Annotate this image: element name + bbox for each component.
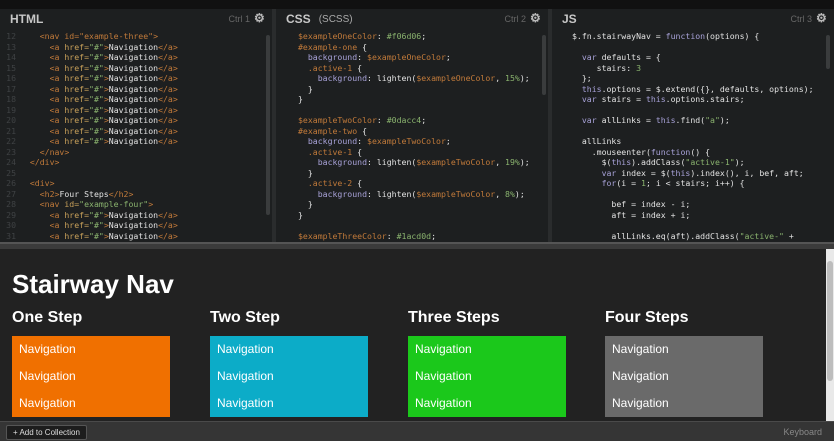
css-scrollbar[interactable] xyxy=(542,35,546,95)
nav-link[interactable]: Navigation xyxy=(12,363,170,390)
stairway-nav-two: Navigation Navigation Navigation xyxy=(210,336,368,417)
column-four-steps: Four Steps Navigation Navigation Navigat… xyxy=(605,309,763,417)
html-shortcut-label: Ctrl 1 xyxy=(228,14,250,24)
css-panel-title: CSS xyxy=(286,12,311,26)
css-panel-header: CSS (SCSS) Ctrl 2 ⚙ xyxy=(276,9,548,29)
nav-link[interactable]: Navigation xyxy=(605,336,763,363)
page-title: Stairway Nav xyxy=(12,269,174,299)
nav-link[interactable]: Navigation xyxy=(408,390,566,417)
nav-link[interactable]: Navigation xyxy=(12,390,170,417)
js-code-lines: $.fn.stairwayNav = function(options) { v… xyxy=(572,31,814,241)
nav-link[interactable]: Navigation xyxy=(408,336,566,363)
html-code-lines: <nav id="example-three"> <a href="#">Nav… xyxy=(29,31,178,241)
result-scrollbar[interactable] xyxy=(826,249,834,421)
column-heading: Four Steps xyxy=(605,309,689,326)
stairway-nav-one: Navigation Navigation Navigation xyxy=(12,336,170,417)
stairway-nav-four: Navigation Navigation Navigation xyxy=(605,336,763,417)
css-shortcut-label: Ctrl 2 xyxy=(504,14,526,24)
js-panel-header: JS Ctrl 3 ⚙ xyxy=(552,9,834,29)
line-numbers: 12 13 14 15 16 17 18 19 20 21 22 23 24 2… xyxy=(6,31,16,244)
nav-link[interactable]: Navigation xyxy=(408,363,566,390)
keyboard-link[interactable]: Keyboard xyxy=(783,427,822,437)
column-heading: Three Steps xyxy=(408,309,500,326)
css-code[interactable]: $exampleOneColor: #f06d06; #example-one … xyxy=(276,31,548,244)
css-editor-panel[interactable]: CSS (SCSS) Ctrl 2 ⚙ $exampleOneColor: #f… xyxy=(276,9,552,244)
js-shortcut-label: Ctrl 3 xyxy=(790,14,812,24)
js-editor-panel[interactable]: JS Ctrl 3 ⚙ $.fn.stairwayNav = function(… xyxy=(552,9,834,244)
stairway-nav-three: Navigation Navigation Navigation xyxy=(408,336,566,417)
nav-link[interactable]: Navigation xyxy=(210,390,368,417)
js-code[interactable]: $.fn.stairwayNav = function(options) { v… xyxy=(552,31,834,244)
nav-link[interactable]: Navigation xyxy=(210,363,368,390)
html-code[interactable]: 12 13 14 15 16 17 18 19 20 21 22 23 24 2… xyxy=(0,31,272,244)
add-to-collection-button[interactable]: + Add to Collection xyxy=(6,425,87,440)
js-scrollbar[interactable] xyxy=(826,35,830,69)
gear-icon[interactable]: ⚙ xyxy=(816,12,828,24)
footer-bar: + Add to Collection Keyboard xyxy=(0,421,834,441)
editor-area: HTML Ctrl 1 ⚙ 12 13 14 15 16 17 18 19 20… xyxy=(0,0,834,244)
column-two-step: Two Step Navigation Navigation Navigatio… xyxy=(210,309,368,417)
result-scrollbar-thumb[interactable] xyxy=(827,261,833,381)
nav-link[interactable]: Navigation xyxy=(210,336,368,363)
html-panel-title: HTML xyxy=(10,12,44,26)
nav-link[interactable]: Navigation xyxy=(12,336,170,363)
css-code-lines: $exampleOneColor: #f06d06; #example-one … xyxy=(298,31,530,241)
css-panel-subtitle: (SCSS) xyxy=(318,13,353,25)
top-strip xyxy=(0,0,834,9)
gear-icon[interactable]: ⚙ xyxy=(254,12,266,24)
html-editor-panel[interactable]: HTML Ctrl 1 ⚙ 12 13 14 15 16 17 18 19 20… xyxy=(0,9,276,244)
html-panel-header: HTML Ctrl 1 ⚙ xyxy=(0,9,272,29)
column-three-steps: Three Steps Navigation Navigation Naviga… xyxy=(408,309,566,417)
gear-icon[interactable]: ⚙ xyxy=(530,12,542,24)
html-scrollbar[interactable] xyxy=(266,35,270,215)
nav-link[interactable]: Navigation xyxy=(605,363,763,390)
column-heading: Two Step xyxy=(210,309,280,326)
column-one-step: One Step Navigation Navigation Navigatio… xyxy=(12,309,170,417)
js-panel-title: JS xyxy=(562,12,577,26)
nav-link[interactable]: Navigation xyxy=(605,390,763,417)
column-heading: One Step xyxy=(12,309,83,326)
result-preview: Stairway Nav One Step Navigation Navigat… xyxy=(0,249,826,421)
